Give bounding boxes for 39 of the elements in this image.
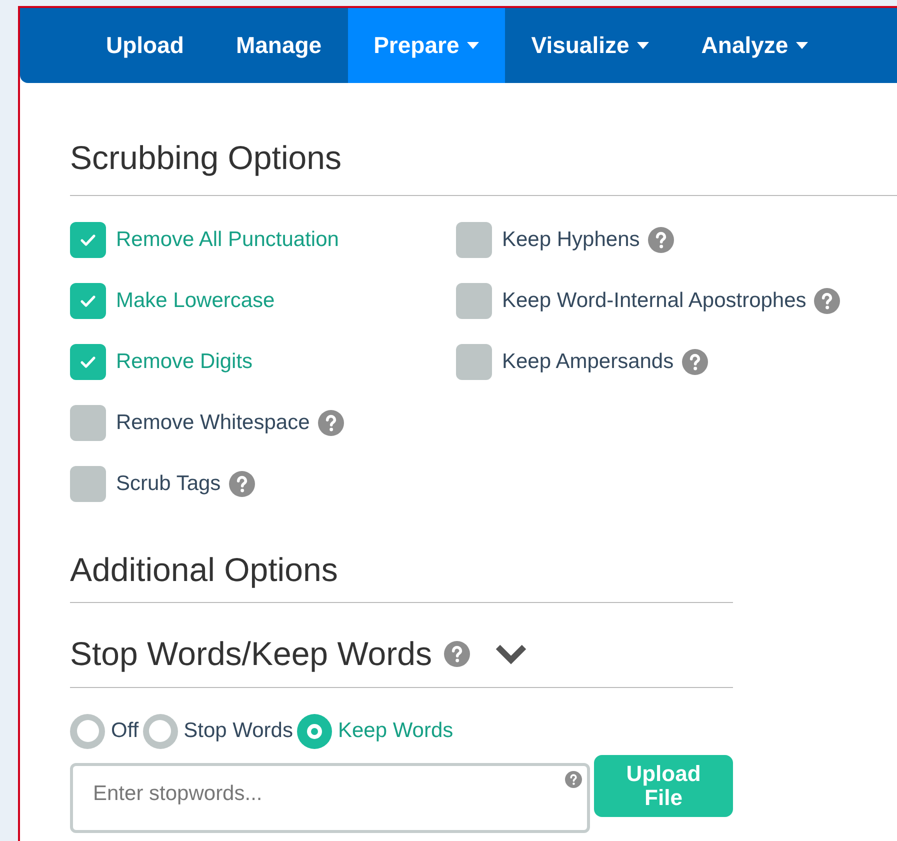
option-label: Keep Hyphens (502, 227, 640, 254)
checkbox[interactable] (70, 283, 106, 319)
nav-tab[interactable]: Manage (210, 8, 348, 83)
checkbox[interactable] (70, 466, 106, 502)
nav-tab[interactable]: Upload (80, 8, 210, 83)
radio-button[interactable] (296, 714, 332, 748)
stopwords-field[interactable]: Enter stopwords... (70, 762, 590, 832)
radio-option[interactable]: Stop Words (142, 714, 293, 748)
option-label: Keep Ampersands (502, 349, 674, 376)
option-label: Scrub Tags (116, 471, 221, 498)
radio-button[interactable] (70, 714, 105, 748)
nav-tab[interactable]: Visualize (505, 8, 676, 83)
section-heading: Stop Words/Keep Words (70, 634, 432, 674)
checkbox[interactable] (456, 283, 492, 319)
section-heading: Additional Options (70, 544, 733, 603)
option-label: Remove Digits (116, 349, 253, 376)
chevron-icon[interactable] (494, 642, 528, 665)
radio-button[interactable] (142, 714, 178, 748)
help-icon[interactable] (682, 349, 708, 375)
help-icon[interactable] (814, 288, 840, 314)
checkbox[interactable] (70, 405, 106, 441)
nav-tab[interactable]: Analyze (675, 8, 834, 83)
checkbox[interactable] (456, 344, 492, 380)
help-icon[interactable] (318, 410, 344, 436)
checkbox[interactable] (456, 222, 492, 258)
option-label: Make Lowercase (116, 288, 275, 314)
help-icon[interactable] (444, 640, 470, 667)
option-label: Keep Word-Internal Apostrophes (502, 288, 806, 314)
section-heading: Scrubbing Options (70, 133, 897, 196)
radio-option[interactable]: Off (70, 714, 139, 748)
option-label: Remove Whitespace (116, 410, 310, 436)
nav-tab[interactable]: Prepare (348, 8, 506, 83)
checkbox[interactable] (70, 344, 106, 380)
radio-option[interactable]: Keep Words (296, 714, 454, 748)
option-label: Remove All Punctuation (116, 227, 339, 254)
help-icon[interactable] (228, 471, 255, 497)
help-icon[interactable] (565, 770, 582, 788)
help-icon[interactable] (648, 227, 674, 253)
checkbox[interactable] (70, 222, 106, 258)
